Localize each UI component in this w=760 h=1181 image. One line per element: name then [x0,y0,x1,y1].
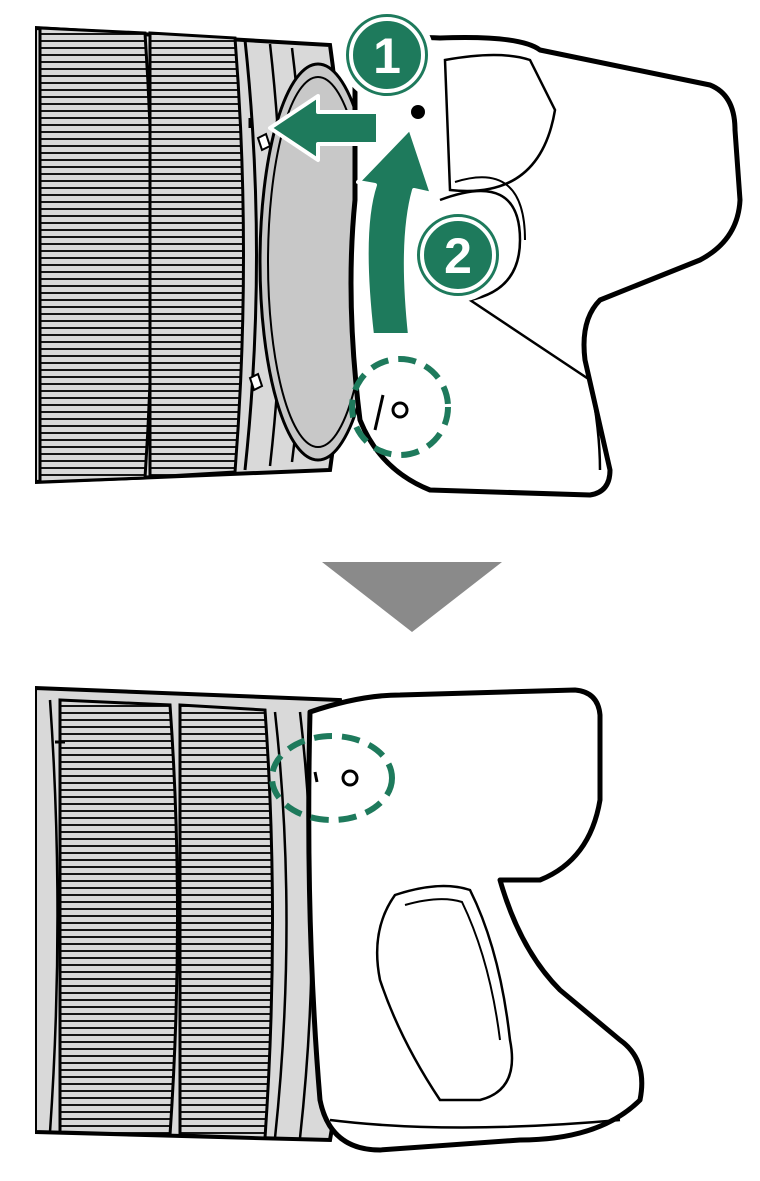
hood-dot-lower [391,401,409,419]
top-lens-illustration: 1 2 [35,8,743,498]
step-2-number: 2 [444,228,472,284]
triangle-down-icon [322,562,502,632]
lens-hood-bottom [306,687,645,1153]
lens-hood-diagram: 1 2 [0,0,760,1181]
step-1-badge: 1 [340,8,434,102]
lens-hood-top [348,35,743,498]
hood-dot-bottom [341,769,359,787]
step-2-badge: 2 [411,208,505,302]
step-1-number: 1 [373,28,401,84]
diagram-canvas: 1 2 [35,8,743,1153]
bottom-lens-illustration [35,685,645,1153]
zoom-ring [38,26,154,484]
focus-ring [148,31,245,479]
hood-dot-upper [411,105,425,119]
